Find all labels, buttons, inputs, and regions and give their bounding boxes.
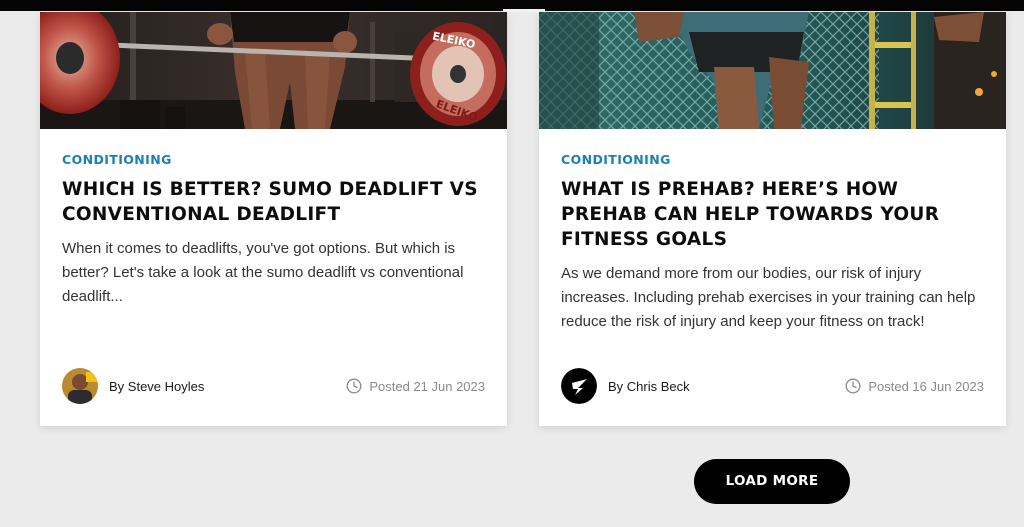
article-title[interactable]: WHAT IS PREHAB? HERE’S HOW PREHAB CAN HE… (561, 177, 986, 252)
article-card-prehab[interactable]: CONDITIONING WHAT IS PREHAB? HERE’S HOW … (539, 12, 1006, 426)
author-avatar (561, 368, 597, 404)
article-author: By Steve Hoyles (62, 368, 204, 404)
article-category[interactable]: CONDITIONING (561, 153, 986, 167)
posted-date-text: Posted 16 Jun 2023 (868, 378, 984, 394)
article-author: By Chris Beck (561, 368, 690, 404)
article-excerpt: As we demand more from our bodies, our r… (561, 265, 976, 330)
load-more-button[interactable]: LOAD MORE (694, 459, 850, 504)
article-category[interactable]: CONDITIONING (62, 153, 487, 167)
posted-date: Posted 16 Jun 2023 (845, 368, 984, 404)
article-card-sumo-deadlift[interactable]: ELEIKO ELEIKO CONDITIONING WHICH IS BETT… (40, 12, 507, 426)
author-avatar (62, 368, 98, 404)
author-name: By Steve Hoyles (109, 378, 205, 394)
clock-icon (845, 378, 861, 394)
article-image-deadlift[interactable]: ELEIKO ELEIKO (40, 12, 507, 129)
posted-date: Posted 21 Jun 2023 (346, 368, 485, 404)
clock-icon (346, 378, 362, 394)
posted-date-text: Posted 21 Jun 2023 (369, 378, 485, 394)
author-name: By Chris Beck (608, 378, 690, 394)
article-image-prehab[interactable] (539, 12, 1006, 129)
article-title[interactable]: WHICH IS BETTER? SUMO DEADLIFT VS CONVEN… (62, 177, 487, 227)
article-excerpt: When it comes to deadlifts, you've got o… (62, 240, 464, 305)
